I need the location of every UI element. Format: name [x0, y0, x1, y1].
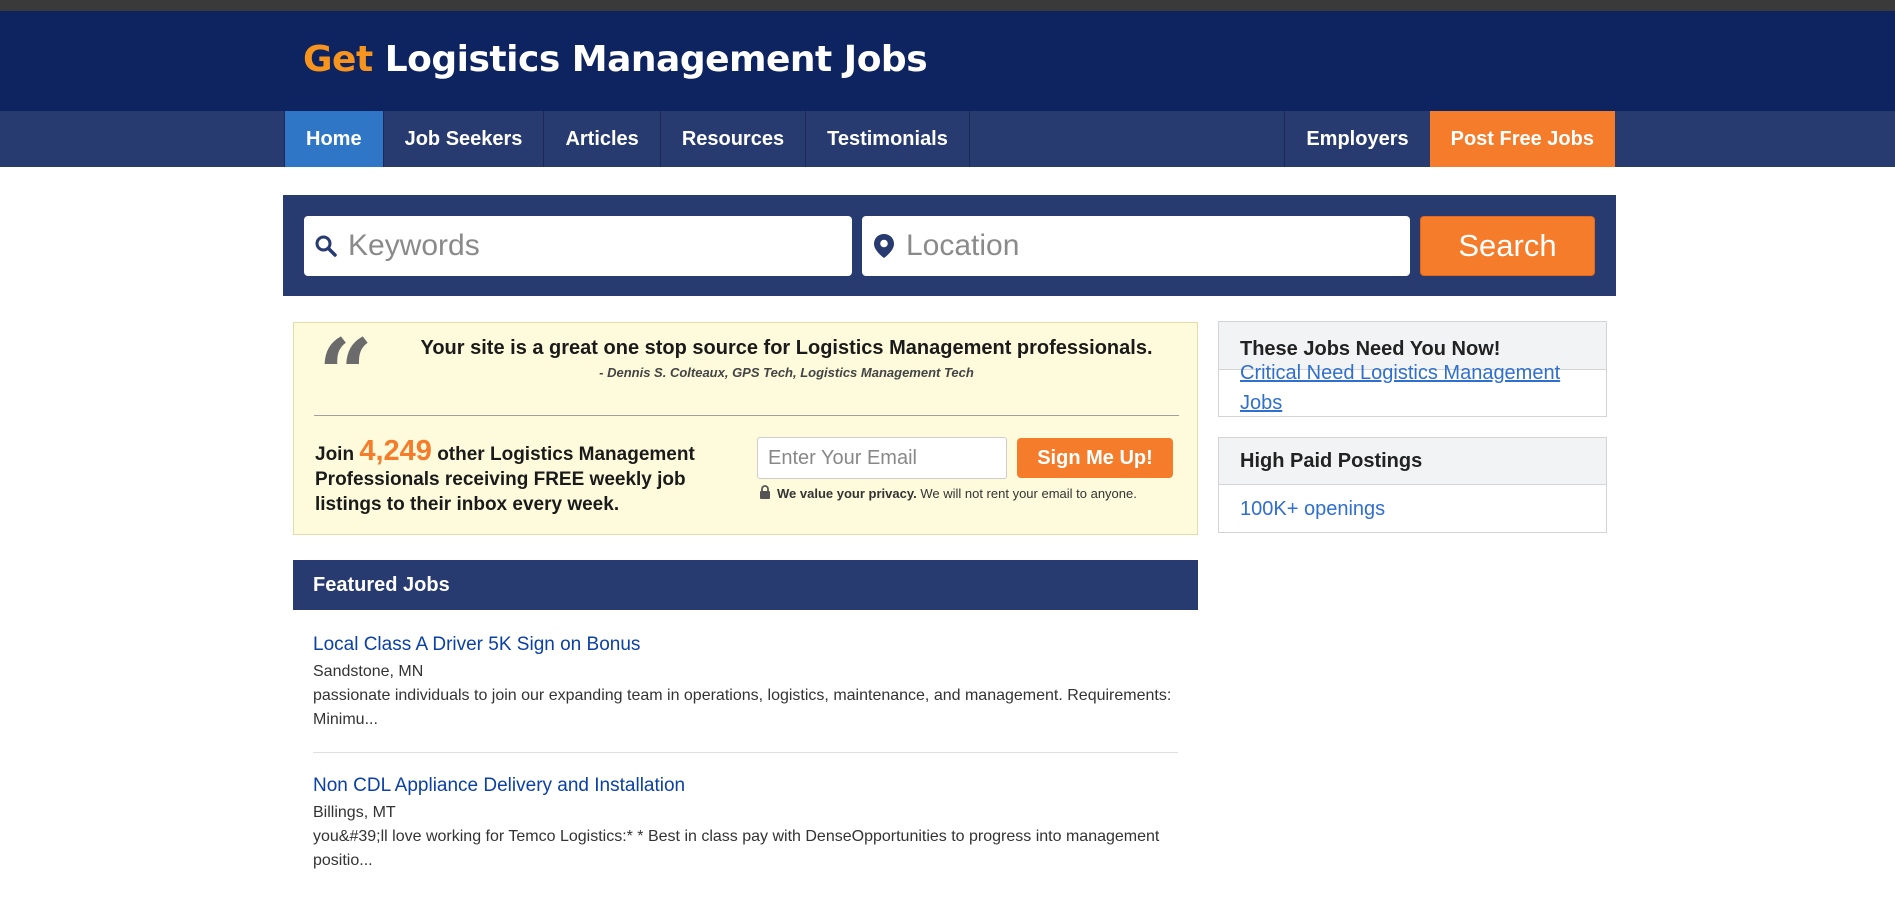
nav-testimonials[interactable]: Testimonials — [806, 111, 970, 167]
join-prefix: Join — [315, 444, 355, 465]
high-paid-link[interactable]: 100K+ openings — [1240, 485, 1585, 533]
map-pin-icon — [862, 233, 906, 259]
critical-need-link[interactable]: Critical Need Logistics Management Jobs — [1240, 358, 1585, 418]
location-input[interactable] — [906, 229, 1386, 263]
testimonial-author: - Dennis S. Colteaux, GPS Tech, Logistic… — [599, 365, 974, 380]
testimonial-signup-box: “ Your site is a great one stop source f… — [293, 322, 1198, 535]
nav-home[interactable]: Home — [284, 111, 384, 167]
location-field — [862, 216, 1410, 276]
logo-text: Logistics Management Jobs — [372, 39, 928, 80]
privacy-note: We value your privacy. We will not rent … — [759, 485, 1137, 502]
nav-left: Home Job Seekers Articles Resources Test… — [284, 111, 970, 167]
job-listing: Local Class A Driver 5K Sign on Bonus Sa… — [313, 634, 1178, 753]
join-text: Join 4,249 other Logistics Management Pr… — [315, 437, 715, 517]
job-location: Sandstone, MN — [313, 663, 424, 680]
sign-up-button[interactable]: Sign Me Up! — [1017, 438, 1173, 478]
lock-icon — [759, 485, 771, 502]
job-title-link[interactable]: Non CDL Appliance Delivery and Installat… — [313, 775, 1178, 797]
job-location: Billings, MT — [313, 804, 396, 821]
jobs-need-you-widget: These Jobs Need You Now! Critical Need L… — [1218, 321, 1607, 417]
search-icon — [304, 234, 348, 258]
privacy-bold: We value your privacy. — [777, 486, 917, 501]
nav-job-seekers[interactable]: Job Seekers — [384, 111, 545, 167]
featured-jobs-list: Local Class A Driver 5K Sign on Bonus Sa… — [313, 634, 1178, 915]
site-header: Get Logistics Management Jobs — [0, 11, 1895, 111]
high-paid-widget: High Paid Postings 100K+ openings — [1218, 437, 1607, 533]
nav-post-free-jobs[interactable]: Post Free Jobs — [1429, 111, 1615, 167]
nav-right: Employers Post Free Jobs — [1284, 111, 1615, 167]
job-search-bar: Search — [283, 195, 1616, 296]
email-input[interactable] — [757, 437, 1007, 479]
testimonial-quote: Your site is a great one stop source for… — [420, 337, 1153, 359]
job-description: you&#39;ll love working for Temco Logist… — [313, 828, 1160, 869]
nav-articles[interactable]: Articles — [544, 111, 661, 167]
job-listing: Non CDL Appliance Delivery and Installat… — [313, 775, 1178, 893]
top-strip — [0, 0, 1895, 11]
keywords-field — [304, 216, 852, 276]
keywords-input[interactable] — [348, 229, 828, 263]
featured-jobs-header: Featured Jobs — [293, 560, 1198, 610]
promo-divider — [314, 415, 1179, 416]
logo-prefix: Get — [303, 39, 373, 80]
quote-icon: “ — [318, 318, 374, 431]
nav-resources[interactable]: Resources — [661, 111, 807, 167]
job-title-link[interactable]: Local Class A Driver 5K Sign on Bonus — [313, 634, 1178, 656]
privacy-text: We will not rent your email to anyone. — [920, 486, 1137, 501]
nav-employers[interactable]: Employers — [1284, 111, 1429, 167]
search-button[interactable]: Search — [1420, 216, 1595, 276]
main-navigation: Home Job Seekers Articles Resources Test… — [0, 111, 1895, 167]
job-description: passionate individuals to join our expan… — [313, 687, 1172, 728]
subscriber-count: 4,249 — [359, 435, 432, 467]
site-logo[interactable]: Get Logistics Management Jobs — [303, 39, 928, 80]
widget-title: High Paid Postings — [1219, 438, 1606, 485]
